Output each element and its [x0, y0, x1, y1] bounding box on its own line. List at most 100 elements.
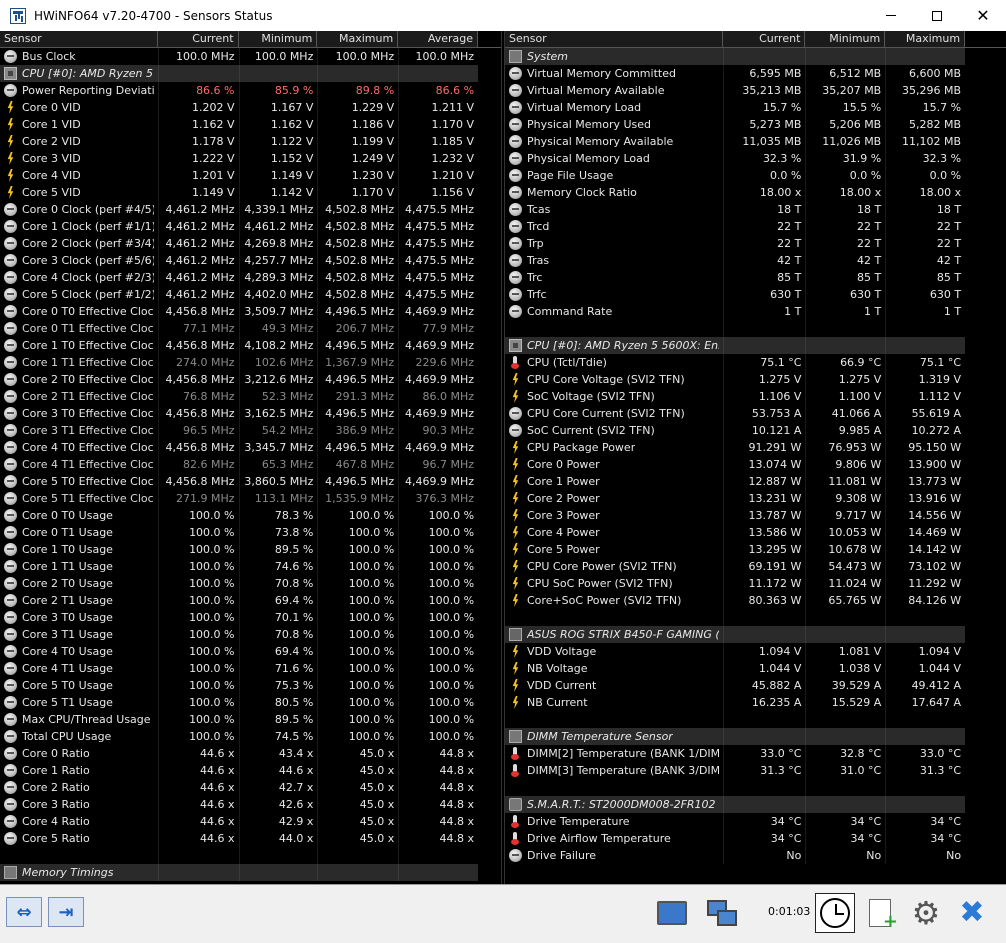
sensor-row[interactable]: Core 2 Ratio 44.6 x 42.7 x 45.0 x 44.8 x [0, 779, 501, 796]
sensor-row[interactable]: Trc 85 T 85 T 85 T [505, 269, 1006, 286]
sensor-row[interactable]: Core 2 T1 Effective Clock 76.8 MHz 52.3 MH… [0, 388, 501, 405]
sensor-row[interactable]: Core 4 T1 Usage 100.0 % 71.6 % 100.0 % 100.0… [0, 660, 501, 677]
column-minimum[interactable]: Minimum [805, 31, 886, 47]
sensor-row[interactable]: Bus Clock 100.0 MHz 100.0 MHz 100.0 MHz 100.… [0, 48, 501, 65]
sensor-row[interactable]: Core 4 T0 Usage 100.0 % 69.4 % 100.0 % 100.0… [0, 643, 501, 660]
sensor-row[interactable]: Core 5 Power 13.295 W 10.678 W 14.142 W [505, 541, 1006, 558]
sensor-row[interactable]: Core 0 Power 13.074 W 9.806 W 13.900 W [505, 456, 1006, 473]
layout-switch-button[interactable]: ⇥ [48, 897, 84, 927]
sensor-row[interactable]: CPU Core Voltage (SVI2 TFN) 1.275 V 1.275 … [505, 371, 1006, 388]
sensor-row[interactable]: Page File Usage 0.0 % 0.0 % 0.0 % [505, 167, 1006, 184]
sensor-row[interactable]: Core 1 Power 12.887 W 11.081 W 13.773 W [505, 473, 1006, 490]
sensor-row[interactable]: Core 5 VID 1.149 V 1.142 V 1.170 V 1.156 V [0, 184, 501, 201]
sensor-row[interactable]: Core 2 Power 13.231 W 9.308 W 13.916 W [505, 490, 1006, 507]
sensor-row[interactable]: Drive Temperature 34 °C 34 °C 34 °C [505, 813, 1006, 830]
sensor-row[interactable]: Core 4 Clock (perf #2/3) 4,461.2 MHz 4,289… [0, 269, 501, 286]
sensor-row[interactable]: Core 0 VID 1.202 V 1.167 V 1.229 V 1.211 V [0, 99, 501, 116]
sensor-row[interactable]: Core 5 Ratio 44.6 x 44.0 x 45.0 x 44.8 x [0, 830, 501, 847]
sensor-row[interactable]: Command Rate 1 T1 T1 T [505, 303, 1006, 320]
sensor-row[interactable]: Core 5 T1 Effective Clock 271.9 MHz 113.1 … [0, 490, 501, 507]
sensor-row[interactable]: Core 3 VID 1.222 V 1.152 V 1.249 V 1.232 V [0, 150, 501, 167]
sensor-row[interactable]: CPU SoC Power (SVI2 TFN) 11.172 W 11.024 W… [505, 575, 1006, 592]
expand-collapse-button[interactable]: ⇔ [6, 897, 42, 927]
sensor-group-row[interactable]: CPU [#0]: AMD Ryzen 5 5600X: Enhan... [505, 337, 1006, 354]
sensor-group-row[interactable]: S.M.A.R.T.: ST2000DM008-2FR102 (... [505, 796, 1006, 813]
reset-timer-button[interactable] [815, 893, 855, 933]
sensor-row[interactable]: Core 3 T1 Usage 100.0 % 70.8 % 100.0 % 100.0… [0, 626, 501, 643]
column-minimum[interactable]: Minimum [239, 31, 318, 47]
sensor-row[interactable]: Core 1 T1 Usage 100.0 % 74.6 % 100.0 % 100.0… [0, 558, 501, 575]
sensor-row[interactable]: Core 3 Power 13.787 W 9.717 W 14.556 W [505, 507, 1006, 524]
sensor-row[interactable]: Trfc 630 T 630 T 630 T [505, 286, 1006, 303]
maximize-button[interactable] [914, 0, 960, 31]
sensor-group-row[interactable]: ASUS ROG STRIX B450-F GAMING (Ric... [505, 626, 1006, 643]
sensor-row[interactable]: Max CPU/Thread Usage 100.0 % 89.5 % 100.0 %… [0, 711, 501, 728]
sensor-row[interactable]: Core 2 T1 Usage 100.0 % 69.4 % 100.0 % 100.0… [0, 592, 501, 609]
sensor-row[interactable]: Core 3 Ratio 44.6 x 42.6 x 45.0 x 44.8 x [0, 796, 501, 813]
sensor-row[interactable]: Power Reporting Deviati... 86.6 % 85.9 % 89… [0, 82, 501, 99]
sensor-group-row[interactable]: Memory Timings [0, 864, 501, 881]
sensor-row[interactable]: Physical Memory Used 5,273 MB 5,206 MB 5,28… [505, 116, 1006, 133]
sensor-row[interactable]: Core 5 T0 Usage 100.0 % 75.3 % 100.0 % 100.0… [0, 677, 501, 694]
sensor-row[interactable]: Core 5 Clock (perf #1/2) 4,461.2 MHz 4,402… [0, 286, 501, 303]
column-current[interactable]: Current [158, 31, 239, 47]
sensor-panel-left[interactable]: Sensor Current Minimum Maximum Average B… [0, 31, 502, 884]
sensor-row[interactable]: SoC Voltage (SVI2 TFN) 1.106 V 1.100 V 1.11… [505, 388, 1006, 405]
sensor-row[interactable]: Core 2 Clock (perf #3/4) 4,461.2 MHz 4,269… [0, 235, 501, 252]
sensor-row[interactable]: Core 2 VID 1.178 V 1.122 V 1.199 V 1.185 V [0, 133, 501, 150]
sensor-row[interactable]: Core 0 T0 Usage 100.0 % 78.3 % 100.0 % 100.0… [0, 507, 501, 524]
column-maximum[interactable]: Maximum [317, 31, 399, 47]
sensor-row[interactable]: Core 1 T1 Effective Clock 274.0 MHz 102.6 … [0, 354, 501, 371]
sensor-row[interactable]: Drive Failure No No No [505, 847, 1006, 864]
sensor-row[interactable]: VDD Current 45.882 A 39.529 A 49.412 A [505, 677, 1006, 694]
column-sensor[interactable]: Sensor [505, 31, 723, 47]
sensor-row[interactable]: Tcas 18 T 18 T 18 T [505, 201, 1006, 218]
sensor-row[interactable]: CPU Package Power 91.291 W 76.953 W 95.150 … [505, 439, 1006, 456]
sensor-row[interactable]: Core 1 Clock (perf #1/1) 4,461.2 MHz 4,461… [0, 218, 501, 235]
sensor-row[interactable]: Core 0 T1 Effective Clock 77.1 MHz 49.3 MH… [0, 320, 501, 337]
sensor-row[interactable]: Core 0 Ratio 44.6 x 43.4 x 45.0 x 44.8 x [0, 745, 501, 762]
sensor-row[interactable]: NB Current 16.235 A 15.529 A 17.647 A [505, 694, 1006, 711]
sensor-row[interactable]: Virtual Memory Committed 6,595 MB 6,512 MB… [505, 65, 1006, 82]
sensor-row[interactable]: Core 3 T0 Usage 100.0 % 70.1 % 100.0 % 100.0… [0, 609, 501, 626]
network-button[interactable] [702, 893, 742, 933]
sensor-row[interactable]: Core 5 T0 Effective Clock 4,456.8 MHz 3,86… [0, 473, 501, 490]
sensor-row[interactable]: Trcd 22 T 22 T 22 T [505, 218, 1006, 235]
column-average[interactable]: Average [398, 31, 479, 47]
main-window-button[interactable] [652, 893, 692, 933]
sensor-row[interactable]: Total CPU Usage 100.0 % 74.5 % 100.0 % 100.0… [0, 728, 501, 745]
column-current[interactable]: Current [723, 31, 806, 47]
sensor-row[interactable]: Physical Memory Load 32.3 % 31.9 % 32.3 % [505, 150, 1006, 167]
sensor-row[interactable]: VDD Voltage 1.094 V 1.081 V 1.094 V [505, 643, 1006, 660]
sensor-row[interactable]: Core 3 T0 Effective Clock 4,456.8 MHz 3,16… [0, 405, 501, 422]
sensor-group-row[interactable]: DIMM Temperature Sensor [505, 728, 1006, 745]
sensor-row[interactable]: Tras 42 T 42 T 42 T [505, 252, 1006, 269]
sensor-panel-right[interactable]: Sensor Current Minimum Maximum System Vir… [504, 31, 1006, 884]
sensor-row[interactable]: DIMM[3] Temperature (BANK 3/DIMM_...31.3… [505, 762, 1006, 779]
sensor-row[interactable]: Core+SoC Power (SVI2 TFN) 80.363 W 65.765 … [505, 592, 1006, 609]
sensor-row[interactable]: Core 3 T1 Effective Clock 96.5 MHz 54.2 MH… [0, 422, 501, 439]
sensor-row[interactable]: Core 0 Clock (perf #4/5) 4,461.2 MHz 4,339… [0, 201, 501, 218]
sensor-row[interactable]: Core 1 VID 1.162 V 1.162 V 1.186 V 1.170 V [0, 116, 501, 133]
close-window-button[interactable]: ✕ [960, 0, 1006, 31]
column-maximum[interactable]: Maximum [885, 31, 966, 47]
sensor-row[interactable]: Core 0 T0 Effective Clock 4,456.8 MHz 3,50… [0, 303, 501, 320]
sensor-row[interactable]: Drive Airflow Temperature 34 °C 34 °C 34 °C [505, 830, 1006, 847]
sensor-row[interactable]: CPU Core Power (SVI2 TFN) 69.191 W 54.473 … [505, 558, 1006, 575]
minimize-button[interactable] [868, 0, 914, 31]
sensor-row[interactable]: Core 4 Power 13.586 W 10.053 W 14.469 W [505, 524, 1006, 541]
sensor-group-row[interactable]: CPU [#0]: AMD Ryzen 5 ... [0, 65, 501, 82]
sensor-group-row[interactable]: System [505, 48, 1006, 65]
sensor-row[interactable]: Core 4 Ratio 44.6 x 42.9 x 45.0 x 44.8 x [0, 813, 501, 830]
sensor-row[interactable]: Core 3 Clock (perf #5/6) 4,461.2 MHz 4,257… [0, 252, 501, 269]
sensor-row[interactable]: Virtual Memory Available 35,213 MB 35,207 … [505, 82, 1006, 99]
sensor-row[interactable]: Core 1 Ratio 44.6 x 44.6 x 45.0 x 44.8 x [0, 762, 501, 779]
sensor-row[interactable]: Memory Clock Ratio 18.00 x 18.00 x 18.00 x [505, 184, 1006, 201]
sensor-row[interactable]: Core 0 T1 Usage 100.0 % 73.8 % 100.0 % 100.0… [0, 524, 501, 541]
sensor-row[interactable]: NB Voltage 1.044 V 1.038 V 1.044 V [505, 660, 1006, 677]
sensor-row[interactable]: Core 4 T0 Effective Clock 4,456.8 MHz 3,34… [0, 439, 501, 456]
sensor-row[interactable]: Core 2 T0 Usage 100.0 % 70.8 % 100.0 % 100.0… [0, 575, 501, 592]
sensor-row[interactable]: Core 5 T1 Usage 100.0 % 80.5 % 100.0 % 100.0… [0, 694, 501, 711]
sensor-row[interactable]: Core 1 T0 Effective Clock 4,456.8 MHz 4,10… [0, 337, 501, 354]
sensor-row[interactable]: Core 1 T0 Usage 100.0 % 89.5 % 100.0 % 100.0… [0, 541, 501, 558]
